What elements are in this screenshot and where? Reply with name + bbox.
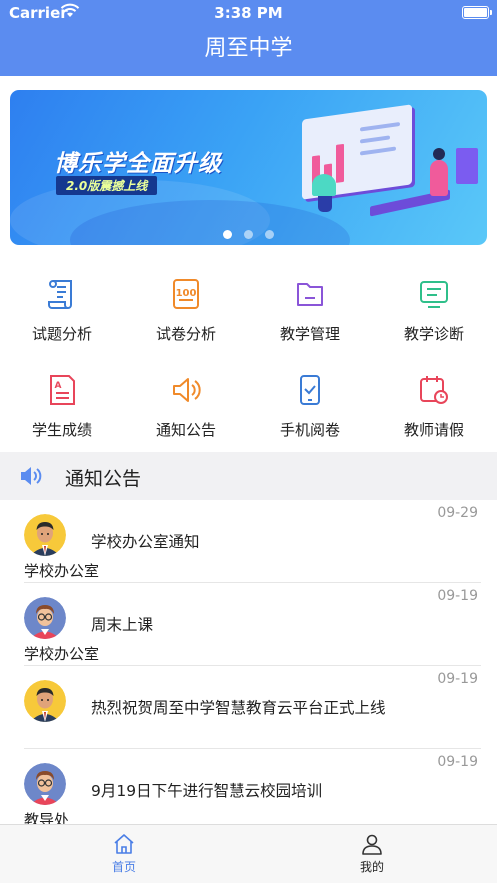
monitor-icon (419, 278, 449, 310)
grid-item-mobile-marking[interactable]: 手机阅卷 (248, 368, 372, 458)
grid-item-label: 教学管理 (279, 325, 340, 343)
promo-banner[interactable]: 博乐学全面升级 2.0版震撼上线 (10, 90, 487, 245)
carousel-dot[interactable] (223, 230, 232, 239)
person-illustration (430, 148, 448, 196)
grid-item-teacher-leave[interactable]: 教师请假 (372, 368, 496, 458)
notice-sender: 学校办公室 (24, 645, 100, 663)
notice-date: 09-19 (437, 588, 478, 604)
svg-text:100: 100 (176, 288, 197, 299)
list-item[interactable]: 09-19 9月19日下午进行智慧云校园培训 教导处 (0, 749, 497, 824)
notice-sender: 学校办公室 (24, 562, 100, 580)
banner-headline: 博乐学全面升级 (54, 151, 222, 177)
grid-item-label: 试卷分析 (155, 325, 216, 343)
grid-item-question-analysis[interactable]: 试题分析 (0, 272, 124, 362)
speaker-icon (19, 465, 43, 491)
notice-title: 热烈祝贺周至中学智慧教育云平台正式上线 (91, 699, 386, 717)
avatar (24, 514, 66, 556)
notice-title: 周末上课 (91, 616, 154, 634)
home-icon (112, 832, 136, 860)
home-content[interactable]: 博乐学全面升级 2.0版震撼上线 试题分析 100 试卷分析 教学管理 教学诊断… (0, 76, 497, 824)
avatar (24, 763, 66, 805)
grid-item-notice[interactable]: 通知公告 (124, 368, 248, 458)
banner-tagline: 2.0版震撼上线 (56, 176, 158, 195)
grid-item-paper-analysis[interactable]: 100 试卷分析 (124, 272, 248, 362)
notice-date: 09-19 (437, 671, 478, 687)
grid-item-label: 教师请假 (403, 421, 464, 439)
grid-item-label: 手机阅卷 (279, 421, 340, 439)
notice-date: 09-29 (437, 505, 478, 521)
notice-section-header: 通知公告 (0, 452, 497, 500)
nav-bar: 周至中学 (0, 26, 497, 76)
list-item[interactable]: 09-19 周末上课 学校办公室 (0, 583, 497, 666)
section-title: 通知公告 (65, 468, 142, 490)
avatar (24, 680, 66, 722)
list-item[interactable]: 09-19 热烈祝贺周至中学智慧教育云平台正式上线 (0, 666, 497, 749)
carousel-dot[interactable] (265, 230, 274, 239)
carousel-dot[interactable] (244, 230, 253, 239)
grid-item-label: 试题分析 (31, 325, 92, 343)
tab-mine[interactable]: 我的 (248, 825, 496, 883)
calendar-clock-icon (419, 374, 449, 406)
folder-icon (295, 278, 325, 310)
grade-report-icon: A (47, 374, 77, 406)
avatar (24, 597, 66, 639)
tab-label: 首页 (111, 860, 136, 874)
status-time: 3:38 PM (214, 4, 283, 22)
page-title: 周至中学 (204, 36, 293, 61)
tab-bar: 首页 我的 (0, 824, 497, 883)
score-paper-icon: 100 (171, 278, 201, 310)
grid-item-label: 通知公告 (155, 421, 216, 439)
notice-title: 学校办公室通知 (91, 533, 200, 551)
svg-text:A: A (55, 381, 62, 391)
grid-item-teaching-diagnosis[interactable]: 教学诊断 (372, 272, 496, 362)
carousel-indicator (10, 224, 487, 243)
notice-title: 9月19日下午进行智慧云校园培训 (91, 782, 323, 800)
boxes-illustration (456, 148, 478, 184)
notice-date: 09-19 (437, 754, 478, 770)
status-bar: Carrier 3:38 PM (0, 0, 497, 26)
grid-item-label: 教学诊断 (403, 325, 464, 343)
list-item[interactable]: 09-29 学校办公室通知 学校办公室 (0, 500, 497, 583)
phone-check-icon (295, 374, 325, 406)
tab-label: 我的 (359, 860, 384, 874)
tab-home[interactable]: 首页 (0, 825, 248, 883)
battery-icon (462, 6, 492, 19)
user-icon (360, 832, 384, 860)
grid-item-student-grades[interactable]: A 学生成绩 (0, 368, 124, 458)
plant-illustration (312, 174, 336, 212)
grid-item-teaching-management[interactable]: 教学管理 (248, 272, 372, 362)
scroll-icon (47, 278, 77, 310)
notice-sender: 教导处 (24, 811, 70, 824)
speaker-icon (171, 374, 201, 406)
grid-item-label: 学生成绩 (31, 421, 92, 439)
